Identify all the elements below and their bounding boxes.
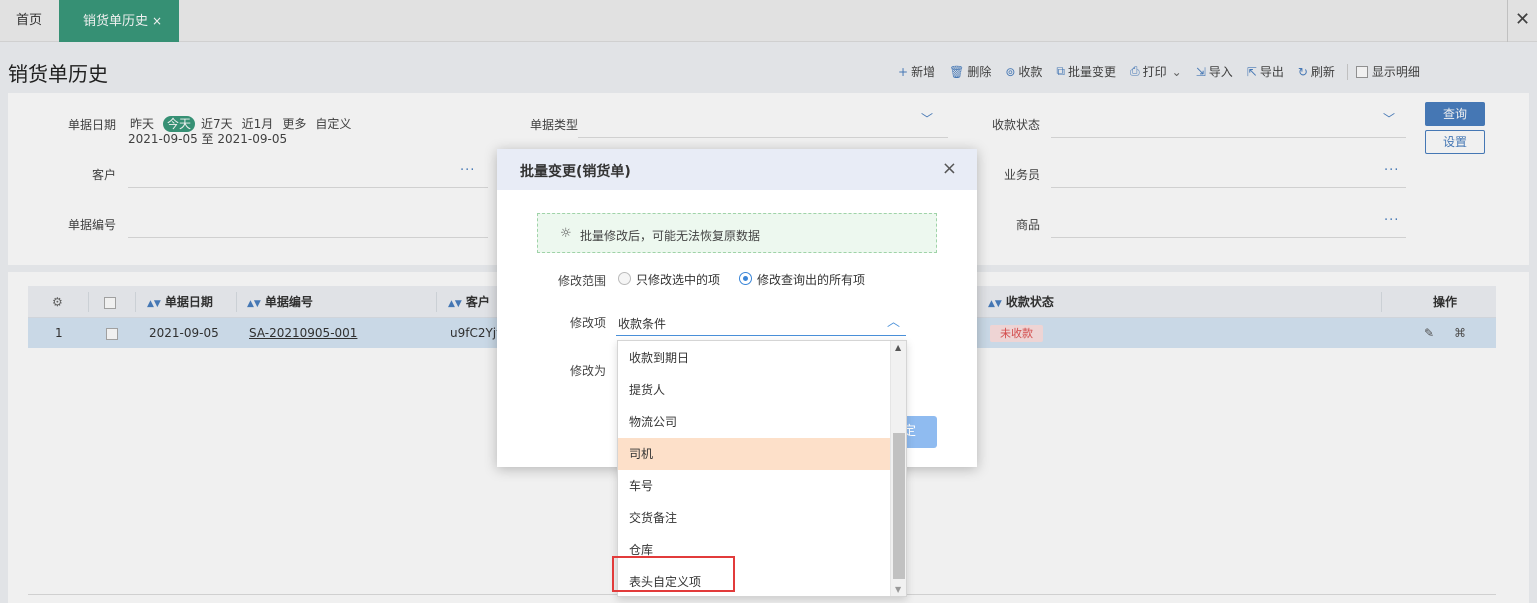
dropdown-item[interactable]: 提货人 <box>618 374 891 406</box>
scroll-down-icon[interactable]: ▼ <box>895 585 901 594</box>
dropdown-item[interactable]: 物流公司 <box>618 406 891 438</box>
field-select-underline <box>616 335 906 336</box>
dropdown-scrollbar[interactable]: ▲ ▼ <box>890 341 906 596</box>
scrollbar-thumb[interactable] <box>893 433 905 579</box>
warning-tip-text: 批量修改后，可能无法恢复原数据 <box>580 229 761 243</box>
radio-selected-only[interactable] <box>618 272 631 285</box>
lightbulb-icon: ☼ <box>560 226 572 241</box>
scroll-up-icon[interactable]: ▲ <box>895 343 901 352</box>
field-select[interactable]: 收款条件 <box>618 315 666 332</box>
dialog-title: 批量变更(销货单) <box>520 164 631 180</box>
to-label: 修改为 <box>570 364 607 378</box>
radio-all[interactable] <box>739 272 752 285</box>
close-icon[interactable]: × <box>942 158 957 179</box>
radio-all-label[interactable]: 修改查询出的所有项 <box>757 271 865 288</box>
dialog-header: 批量变更(销货单) × <box>497 149 977 190</box>
dropdown-item[interactable]: 交货备注 <box>618 502 891 534</box>
field-label: 修改项 <box>570 316 607 330</box>
warning-tip: ☼ 批量修改后，可能无法恢复原数据 <box>537 213 937 253</box>
scope-label: 修改范围 <box>558 274 607 288</box>
scope-radio-group: 只修改选中的项 修改查询出的所有项 <box>618 272 918 288</box>
dropdown-item[interactable]: 车号 <box>618 470 891 502</box>
dropdown-item-highlighted[interactable]: 司机 <box>618 438 891 470</box>
highlight-annotation-box <box>612 556 735 592</box>
dropdown-item[interactable]: 收款到期日 <box>618 342 891 374</box>
confirm-button[interactable]: 定 <box>902 416 937 448</box>
radio-selected-only-label[interactable]: 只修改选中的项 <box>636 271 720 288</box>
chevron-up-icon[interactable]: ︿ <box>887 311 900 330</box>
